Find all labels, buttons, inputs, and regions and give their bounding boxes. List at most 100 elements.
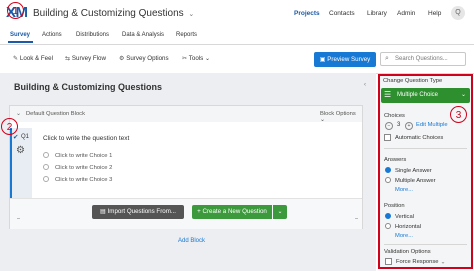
block-name[interactable]: Default Question Block xyxy=(26,111,85,117)
minus-icon[interactable]: − xyxy=(385,122,393,130)
tools-label: Tools xyxy=(188,55,204,62)
check-icon[interactable]: ✔ xyxy=(13,133,18,141)
chevron-down-icon: ⌄ xyxy=(320,117,325,123)
divider xyxy=(384,244,467,245)
look-feel-label: Look & Feel xyxy=(19,55,53,62)
project-title-text: Building & Customizing Questions xyxy=(33,8,184,19)
project-title[interactable]: Building & Customizing Questions ⌄ xyxy=(33,8,194,19)
force-response-option[interactable]: Force Response ⌄ xyxy=(385,258,445,265)
survey-subnav: Survey Actions Distributions Data & Anal… xyxy=(0,28,474,45)
radio-button[interactable] xyxy=(43,152,49,159)
multiple-answer-option[interactable]: Multiple Answer xyxy=(385,177,436,184)
preview-survey-button[interactable]: ▣ Preview Survey xyxy=(314,52,376,67)
question-id: Q1 xyxy=(21,134,30,140)
chevron-down-icon[interactable]: ⌄ xyxy=(16,110,21,117)
horizontal-label: Horizontal xyxy=(394,224,422,230)
checkbox[interactable] xyxy=(384,134,391,141)
choices-count: 3 xyxy=(397,122,401,128)
tab-data-analysis[interactable]: Data & Analysis xyxy=(122,32,164,38)
position-more-link[interactable]: More... xyxy=(395,233,413,239)
collapse-icon[interactable]: ‹ xyxy=(364,82,366,88)
vertical-label: Vertical xyxy=(394,214,414,220)
checkbox[interactable] xyxy=(385,258,392,265)
radio-button[interactable] xyxy=(385,177,391,184)
answers-label: Answers xyxy=(384,157,407,163)
survey-flow-label: Survey Flow xyxy=(71,55,106,62)
chevron-down-icon: ⌄ xyxy=(188,11,195,18)
choice-1[interactable]: Click to write Choice 1 xyxy=(43,152,112,159)
single-answer-option[interactable]: Single Answer xyxy=(385,167,432,174)
add-block-link[interactable]: Add Block xyxy=(178,238,205,244)
search-placeholder: Search Questions... xyxy=(395,56,448,62)
import-label: Import Questions From... xyxy=(107,208,177,215)
radio-button[interactable] xyxy=(385,167,391,174)
question-text[interactable]: Click to write the question text xyxy=(43,135,129,142)
block-header: ⌄ Default Question Block Block Options ⌄ xyxy=(10,106,362,123)
tab-distributions[interactable]: Distributions xyxy=(76,32,109,38)
question-type-label: Multiple Choice xyxy=(397,92,439,98)
single-answer-label: Single Answer xyxy=(394,168,432,174)
choice-label: Click to write Choice 3 xyxy=(54,177,113,183)
look-feel-button[interactable]: ✎ Look & Feel xyxy=(13,55,53,62)
plus-icon: + xyxy=(197,208,201,215)
answers-more-link[interactable]: More... xyxy=(395,187,413,193)
tab-survey[interactable]: Survey xyxy=(10,32,30,38)
choice-label: Click to write Choice 1 xyxy=(54,153,113,159)
radio-button[interactable] xyxy=(43,164,49,171)
nav-admin[interactable]: Admin xyxy=(397,10,415,17)
search-icon: ⌕ xyxy=(385,55,389,62)
plus-icon[interactable]: + xyxy=(405,122,413,130)
horizontal-option[interactable]: Horizontal xyxy=(385,223,421,230)
vertical-option[interactable]: Vertical xyxy=(385,213,414,220)
validation-options-label: Validation Options xyxy=(384,249,431,255)
search-questions-input[interactable]: ⌕ Search Questions... xyxy=(380,52,466,66)
callout-badge-1: 1 xyxy=(7,2,24,19)
callout-badge-3: 3 xyxy=(450,106,467,123)
create-question-button[interactable]: + Create a New Question xyxy=(192,205,272,219)
chevron-down-icon[interactable]: ⌄ xyxy=(440,259,445,265)
create-question-dropdown[interactable]: ⌄ xyxy=(273,205,287,219)
survey-title[interactable]: Building & Customizing Questions xyxy=(14,82,162,92)
chevron-down-icon: ⌄ xyxy=(461,92,467,98)
drag-handle[interactable] xyxy=(355,218,358,219)
choice-3[interactable]: Click to write Choice 3 xyxy=(43,176,112,183)
drag-handle[interactable] xyxy=(17,218,20,219)
nav-help[interactable]: Help xyxy=(428,10,441,17)
block-options-button[interactable]: Block Options ⌄ xyxy=(320,111,362,123)
flow-icon: ⇆ xyxy=(65,55,71,62)
question-type-select[interactable]: ☰ Multiple Choice ⌄ xyxy=(381,88,470,103)
radio-button[interactable] xyxy=(385,213,391,220)
active-tab-indicator xyxy=(8,41,33,43)
nav-contacts[interactable]: Contacts xyxy=(329,10,355,17)
nav-library[interactable]: Library xyxy=(367,10,387,17)
divider xyxy=(384,148,467,149)
change-type-label: Change Question Type xyxy=(383,78,443,84)
nav-projects[interactable]: Projects xyxy=(294,10,320,17)
position-label: Position xyxy=(384,203,405,209)
choice-label: Click to write Choice 2 xyxy=(54,165,113,171)
brush-icon: ✎ xyxy=(13,55,19,62)
choice-2[interactable]: Click to write Choice 2 xyxy=(43,164,112,171)
survey-options-button[interactable]: ⚙ Survey Options xyxy=(119,55,169,62)
gear-icon: ⚙ xyxy=(119,55,125,62)
tools-button[interactable]: ✂ Tools ⌄ xyxy=(182,55,210,62)
block-footer xyxy=(10,198,362,229)
choices-label: Choices xyxy=(384,113,405,119)
radio-button[interactable] xyxy=(43,176,49,183)
automatic-choices-label: Automatic Choices xyxy=(394,135,444,142)
callout-badge-2: 2 xyxy=(1,118,18,135)
tab-reports[interactable]: Reports xyxy=(176,32,197,38)
list-icon: ☰ xyxy=(384,90,392,99)
import-questions-button[interactable]: ▤ Import Questions From... xyxy=(92,205,184,219)
avatar[interactable]: Q xyxy=(451,6,465,20)
wrench-icon: ✂ xyxy=(182,55,188,62)
preview-icon: ▣ xyxy=(319,56,326,63)
automatic-choices-option[interactable]: Automatic Choices xyxy=(384,134,443,141)
edit-multiple-link[interactable]: Edit Multiple xyxy=(416,122,448,128)
gear-icon[interactable]: ⚙ xyxy=(16,145,25,156)
survey-options-label: Survey Options xyxy=(126,55,169,62)
tab-actions[interactable]: Actions xyxy=(42,32,62,38)
survey-flow-button[interactable]: ⇆ Survey Flow xyxy=(65,55,106,62)
create-label: Create a New Question xyxy=(202,208,267,215)
radio-button[interactable] xyxy=(385,223,391,230)
